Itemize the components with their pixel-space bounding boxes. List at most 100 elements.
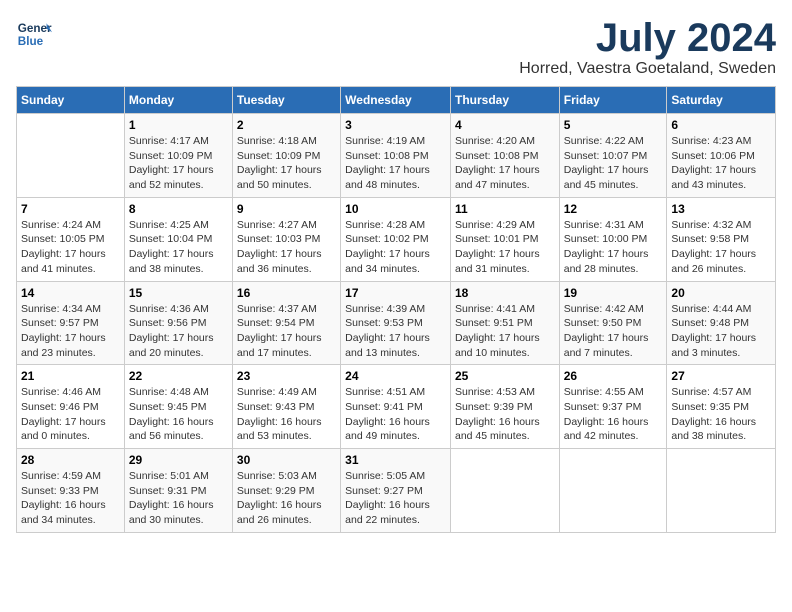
day-cell: 10 Sunrise: 4:28 AM Sunset: 10:02 PM Dayl… [341, 197, 451, 281]
day-number: 15 [129, 286, 228, 300]
logo: General Blue [16, 16, 52, 52]
day-cell: 26 Sunrise: 4:55 AM Sunset: 9:37 PM Dayli… [559, 365, 667, 449]
day-number: 28 [21, 453, 120, 467]
day-info: Sunrise: 4:29 AM Sunset: 10:01 PM Daylig… [455, 218, 555, 277]
day-info: Sunrise: 4:34 AM Sunset: 9:57 PM Dayligh… [21, 302, 120, 361]
day-info: Sunrise: 4:32 AM Sunset: 9:58 PM Dayligh… [671, 218, 771, 277]
day-info: Sunrise: 4:42 AM Sunset: 9:50 PM Dayligh… [564, 302, 663, 361]
day-cell [559, 449, 667, 533]
day-number: 31 [345, 453, 446, 467]
day-number: 26 [564, 369, 663, 383]
day-info: Sunrise: 4:48 AM Sunset: 9:45 PM Dayligh… [129, 385, 228, 444]
day-cell: 22 Sunrise: 4:48 AM Sunset: 9:45 PM Dayli… [124, 365, 232, 449]
month-title: July 2024 [519, 16, 776, 60]
col-header-wednesday: Wednesday [341, 87, 451, 114]
day-number: 5 [564, 118, 663, 132]
day-info: Sunrise: 4:46 AM Sunset: 9:46 PM Dayligh… [21, 385, 120, 444]
day-number: 2 [237, 118, 336, 132]
day-cell: 2Sunrise: 4:18 AM Sunset: 10:09 PM Dayli… [232, 114, 340, 198]
day-info: Sunrise: 4:20 AM Sunset: 10:08 PM Daylig… [455, 134, 555, 193]
col-header-thursday: Thursday [450, 87, 559, 114]
day-number: 25 [455, 369, 555, 383]
day-number: 12 [564, 202, 663, 216]
day-info: Sunrise: 4:28 AM Sunset: 10:02 PM Daylig… [345, 218, 446, 277]
day-info: Sunrise: 5:03 AM Sunset: 9:29 PM Dayligh… [237, 469, 336, 528]
day-cell: 12 Sunrise: 4:31 AM Sunset: 10:00 PM Dayl… [559, 197, 667, 281]
day-cell: 7 Sunrise: 4:24 AM Sunset: 10:05 PM Dayli… [17, 197, 125, 281]
day-number: 7 [21, 202, 120, 216]
day-number: 29 [129, 453, 228, 467]
day-info: Sunrise: 4:51 AM Sunset: 9:41 PM Dayligh… [345, 385, 446, 444]
day-cell: 17Sunrise: 4:39 AM Sunset: 9:53 PM Dayli… [341, 281, 451, 365]
week-row-4: 21 Sunrise: 4:46 AM Sunset: 9:46 PM Dayli… [17, 365, 776, 449]
logo-icon: General Blue [16, 16, 52, 52]
day-number: 1 [129, 118, 228, 132]
day-number: 17 [345, 286, 446, 300]
day-cell: 25 Sunrise: 4:53 AM Sunset: 9:39 PM Dayli… [450, 365, 559, 449]
day-cell: 30 Sunrise: 5:03 AM Sunset: 9:29 PM Dayli… [232, 449, 340, 533]
day-cell: 13 Sunrise: 4:32 AM Sunset: 9:58 PM Dayli… [667, 197, 776, 281]
day-number: 27 [671, 369, 771, 383]
day-cell: 31Sunrise: 5:05 AM Sunset: 9:27 PM Dayli… [341, 449, 451, 533]
day-cell: 20Sunrise: 4:44 AM Sunset: 9:48 PM Dayli… [667, 281, 776, 365]
day-info: Sunrise: 4:27 AM Sunset: 10:03 PM Daylig… [237, 218, 336, 277]
day-info: Sunrise: 4:41 AM Sunset: 9:51 PM Dayligh… [455, 302, 555, 361]
day-cell: 6Sunrise: 4:23 AM Sunset: 10:06 PM Dayli… [667, 114, 776, 198]
week-row-1: 1 Sunrise: 4:17 AM Sunset: 10:09 PM Dayli… [17, 114, 776, 198]
day-cell [450, 449, 559, 533]
day-number: 14 [21, 286, 120, 300]
day-info: Sunrise: 4:25 AM Sunset: 10:04 PM Daylig… [129, 218, 228, 277]
day-cell: 28Sunrise: 4:59 AM Sunset: 9:33 PM Dayli… [17, 449, 125, 533]
day-cell: 11Sunrise: 4:29 AM Sunset: 10:01 PM Dayl… [450, 197, 559, 281]
day-info: Sunrise: 4:17 AM Sunset: 10:09 PM Daylig… [129, 134, 228, 193]
day-cell: 8Sunrise: 4:25 AM Sunset: 10:04 PM Dayli… [124, 197, 232, 281]
week-row-3: 14 Sunrise: 4:34 AM Sunset: 9:57 PM Dayli… [17, 281, 776, 365]
day-info: Sunrise: 4:24 AM Sunset: 10:05 PM Daylig… [21, 218, 120, 277]
day-info: Sunrise: 4:31 AM Sunset: 10:00 PM Daylig… [564, 218, 663, 277]
day-cell: 29 Sunrise: 5:01 AM Sunset: 9:31 PM Dayli… [124, 449, 232, 533]
day-info: Sunrise: 4:55 AM Sunset: 9:37 PM Dayligh… [564, 385, 663, 444]
day-number: 3 [345, 118, 446, 132]
day-cell: 1 Sunrise: 4:17 AM Sunset: 10:09 PM Dayli… [124, 114, 232, 198]
day-info: Sunrise: 4:57 AM Sunset: 9:35 PM Dayligh… [671, 385, 771, 444]
col-header-friday: Friday [559, 87, 667, 114]
location-title: Horred, Vaestra Goetaland, Sweden [519, 60, 776, 78]
day-cell: 9Sunrise: 4:27 AM Sunset: 10:03 PM Dayli… [232, 197, 340, 281]
week-row-5: 28Sunrise: 4:59 AM Sunset: 9:33 PM Dayli… [17, 449, 776, 533]
day-info: Sunrise: 4:36 AM Sunset: 9:56 PM Dayligh… [129, 302, 228, 361]
day-cell: 24Sunrise: 4:51 AM Sunset: 9:41 PM Dayli… [341, 365, 451, 449]
day-cell: 4Sunrise: 4:20 AM Sunset: 10:08 PM Dayli… [450, 114, 559, 198]
day-number: 23 [237, 369, 336, 383]
day-cell: 5Sunrise: 4:22 AM Sunset: 10:07 PM Dayli… [559, 114, 667, 198]
day-cell: 23 Sunrise: 4:49 AM Sunset: 9:43 PM Dayli… [232, 365, 340, 449]
day-cell [667, 449, 776, 533]
day-cell: 27 Sunrise: 4:57 AM Sunset: 9:35 PM Dayli… [667, 365, 776, 449]
day-number: 21 [21, 369, 120, 383]
day-number: 18 [455, 286, 555, 300]
day-cell [17, 114, 125, 198]
col-header-tuesday: Tuesday [232, 87, 340, 114]
day-number: 10 [345, 202, 446, 216]
day-info: Sunrise: 4:49 AM Sunset: 9:43 PM Dayligh… [237, 385, 336, 444]
day-info: Sunrise: 4:37 AM Sunset: 9:54 PM Dayligh… [237, 302, 336, 361]
day-number: 22 [129, 369, 228, 383]
day-info: Sunrise: 5:01 AM Sunset: 9:31 PM Dayligh… [129, 469, 228, 528]
calendar-table: SundayMondayTuesdayWednesdayThursdayFrid… [16, 86, 776, 533]
col-header-saturday: Saturday [667, 87, 776, 114]
day-info: Sunrise: 4:53 AM Sunset: 9:39 PM Dayligh… [455, 385, 555, 444]
svg-text:Blue: Blue [18, 35, 44, 48]
day-info: Sunrise: 4:44 AM Sunset: 9:48 PM Dayligh… [671, 302, 771, 361]
day-info: Sunrise: 4:23 AM Sunset: 10:06 PM Daylig… [671, 134, 771, 193]
day-cell: 16 Sunrise: 4:37 AM Sunset: 9:54 PM Dayli… [232, 281, 340, 365]
day-number: 13 [671, 202, 771, 216]
day-cell: 14 Sunrise: 4:34 AM Sunset: 9:57 PM Dayli… [17, 281, 125, 365]
day-cell: 21 Sunrise: 4:46 AM Sunset: 9:46 PM Dayli… [17, 365, 125, 449]
title-area: July 2024 Horred, Vaestra Goetaland, Swe… [519, 16, 776, 78]
day-cell: 18 Sunrise: 4:41 AM Sunset: 9:51 PM Dayli… [450, 281, 559, 365]
day-number: 16 [237, 286, 336, 300]
col-header-monday: Monday [124, 87, 232, 114]
day-cell: 19Sunrise: 4:42 AM Sunset: 9:50 PM Dayli… [559, 281, 667, 365]
col-header-sunday: Sunday [17, 87, 125, 114]
day-number: 30 [237, 453, 336, 467]
day-info: Sunrise: 4:19 AM Sunset: 10:08 PM Daylig… [345, 134, 446, 193]
